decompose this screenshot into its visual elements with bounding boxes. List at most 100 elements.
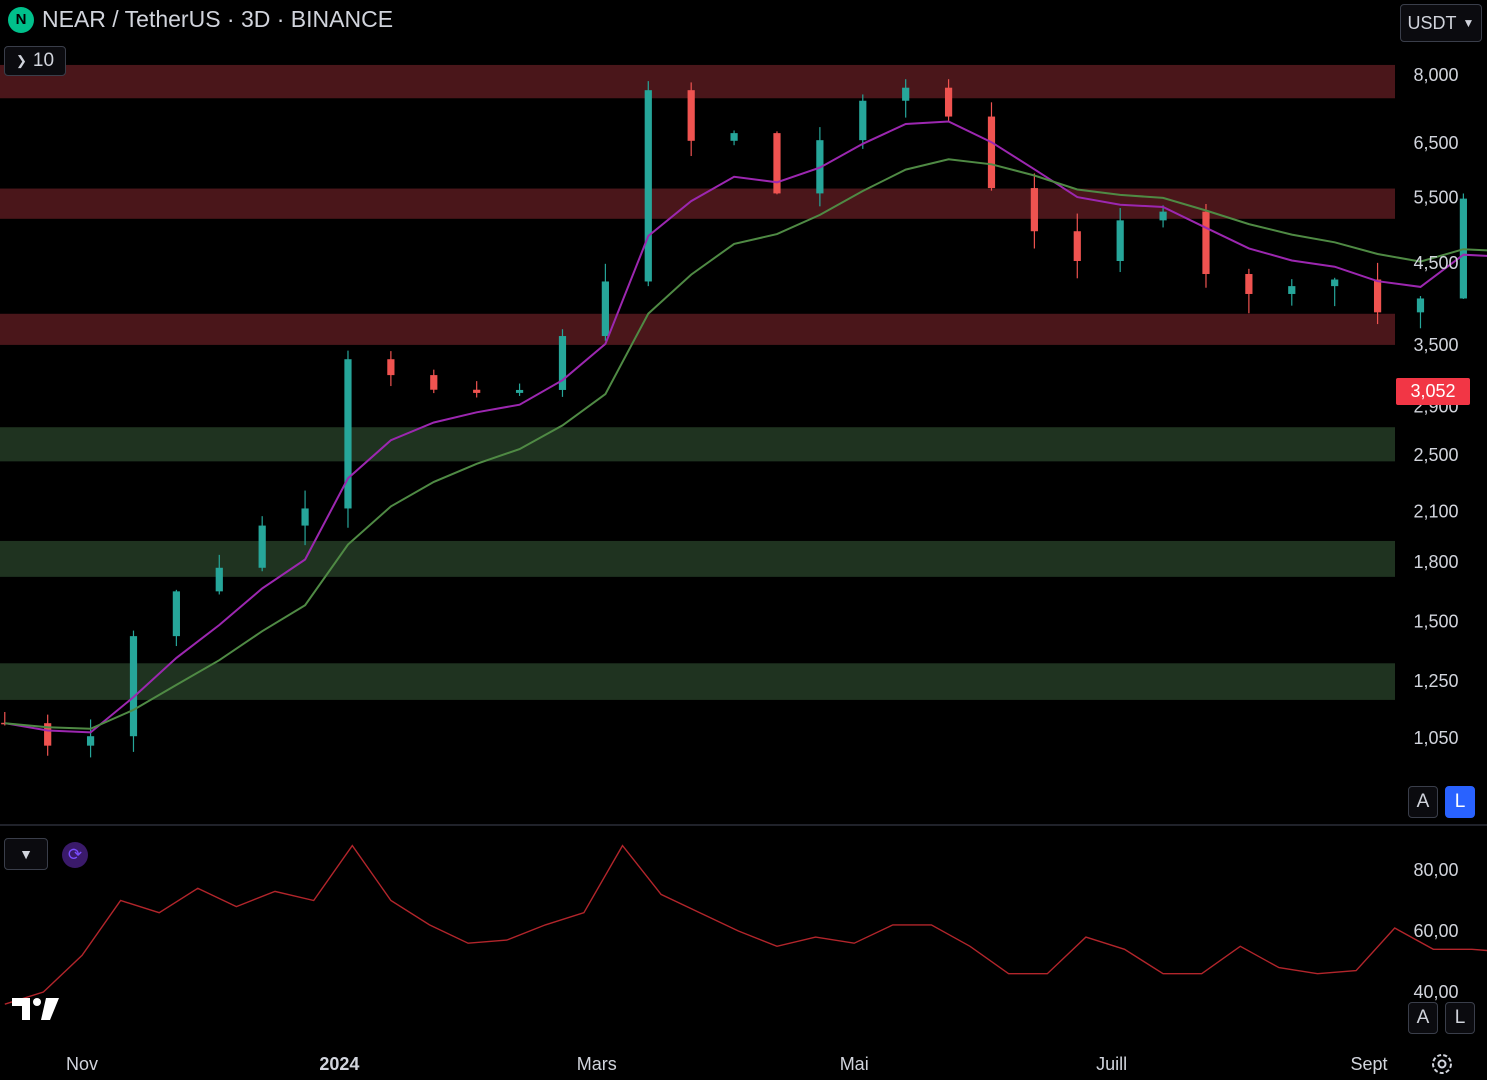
symbol-header[interactable]: N NEAR / TetherUS · 3D · BINANCE	[8, 6, 393, 33]
candle-body	[1159, 211, 1167, 221]
candle	[1288, 279, 1296, 306]
candle-body	[1245, 274, 1253, 294]
price-tick-label: 6,500	[1413, 133, 1458, 153]
time-tick-label: Nov	[66, 1054, 98, 1074]
support-zone	[0, 663, 1395, 700]
candle-body	[1331, 279, 1339, 287]
candle-body	[215, 567, 223, 592]
indicator-tick-label: 40,00	[1413, 982, 1458, 1002]
currency-label: USDT	[1407, 12, 1457, 33]
candle	[1073, 213, 1081, 279]
zones-layer	[0, 64, 1395, 700]
support-zone	[0, 540, 1395, 577]
indicator-tick-label: 80,00	[1413, 860, 1458, 880]
candle	[258, 516, 266, 572]
candle-body	[1416, 298, 1425, 313]
rsi-layer	[4, 844, 1487, 1005]
candle-body	[687, 90, 695, 141]
candle-body	[430, 375, 438, 390]
candle-body	[1116, 220, 1124, 261]
candles-layer	[1, 79, 1467, 758]
indicator-tick-label: 60,00	[1413, 921, 1458, 941]
last-price-label: 3,052	[1396, 378, 1470, 405]
candle-body	[1202, 211, 1210, 275]
candle	[859, 94, 867, 149]
log-scale-button[interactable]: L	[1445, 786, 1475, 818]
price-tick-label: 4,500	[1413, 253, 1458, 273]
time-tick-label: Mars	[577, 1054, 617, 1074]
price-tick-label: 8,000	[1413, 65, 1458, 85]
candle	[1416, 296, 1425, 329]
time-tick-label: Juill	[1096, 1054, 1127, 1074]
price-tick-label: 1,800	[1413, 552, 1458, 572]
candle	[558, 329, 567, 397]
candle-body	[258, 525, 266, 568]
tradingview-logo-icon[interactable]	[12, 994, 60, 1022]
candle-body	[987, 116, 996, 189]
candle-body	[473, 389, 481, 393]
symbol-title[interactable]: NEAR / TetherUS · 3D · BINANCE	[42, 6, 393, 33]
candle	[515, 383, 524, 396]
indicator-collapse-button[interactable]: ▼	[4, 838, 48, 870]
price-tick-label: 5,500	[1413, 187, 1458, 207]
candle	[773, 131, 781, 195]
settings-gear-icon[interactable]	[1428, 1050, 1456, 1078]
time-tick-label: Sept	[1350, 1054, 1387, 1074]
interval-selector[interactable]: ❯ 10	[4, 46, 66, 76]
auto-scale-button[interactable]: A	[1408, 786, 1438, 818]
candle	[1459, 193, 1467, 299]
chart-canvas[interactable]: 8,0006,5005,5004,5003,5002,9002,5002,100…	[0, 0, 1487, 1080]
candle-body	[773, 133, 781, 194]
price-tick-label: 1,250	[1413, 671, 1458, 691]
near-logo-icon: N	[8, 6, 34, 33]
indicator-log-scale-button[interactable]: L	[1445, 1002, 1475, 1034]
candle	[1245, 268, 1253, 314]
candle-body	[1073, 231, 1081, 261]
candle	[129, 630, 138, 752]
candle-body	[1373, 279, 1382, 313]
candle-body	[902, 87, 910, 101]
time-tick-label: Mai	[840, 1054, 869, 1074]
candle	[1030, 173, 1038, 249]
price-tick-label: 1,500	[1413, 612, 1458, 632]
candle-body	[129, 636, 138, 737]
candle	[730, 130, 738, 146]
time-axis[interactable]: Nov2024MarsMaiJuillSeptNov2025MarsMaiJui	[66, 1054, 1487, 1074]
candle	[344, 350, 352, 528]
time-tick-label: 2024	[319, 1054, 359, 1074]
candle-body	[944, 87, 953, 117]
candle-body	[1288, 286, 1296, 294]
refresh-icon: ⟳	[67, 845, 83, 864]
candle	[387, 351, 395, 387]
candle	[172, 589, 180, 647]
candle	[601, 263, 609, 341]
price-tick-label: 1,050	[1413, 728, 1458, 748]
price-tick-label: 2,500	[1413, 445, 1458, 465]
price-tick-label: 3,500	[1413, 335, 1458, 355]
candle	[687, 82, 695, 157]
candle-body	[1030, 188, 1038, 232]
candle-body	[644, 90, 652, 282]
interval-value: 10	[32, 50, 55, 71]
price-axis[interactable]: 8,0006,5005,5004,5003,5002,9002,5002,100…	[1413, 65, 1458, 748]
candle-body	[172, 591, 180, 637]
candle-body	[86, 736, 95, 746]
indicator-axis[interactable]: 80,00 60,00 40,00	[1413, 860, 1458, 1002]
candle	[430, 369, 438, 394]
chevron-down-icon: ▼	[19, 846, 33, 862]
resistance-zone	[0, 313, 1395, 345]
support-zone	[0, 427, 1395, 462]
candle-body	[344, 359, 352, 509]
candle	[1202, 204, 1210, 288]
indicator-refresh-icon[interactable]: ⟳	[62, 842, 88, 868]
indicator-auto-scale-button[interactable]: A	[1408, 1002, 1438, 1034]
chevron-down-icon: ▼	[1462, 16, 1475, 30]
candle-body	[730, 133, 738, 141]
candle-body	[515, 389, 524, 393]
rsi-line	[4, 844, 1487, 1005]
currency-selector[interactable]: USDT ▼	[1400, 4, 1482, 42]
candle	[86, 719, 95, 758]
resistance-zone	[0, 64, 1395, 99]
candle	[987, 102, 996, 191]
candle	[473, 381, 481, 398]
